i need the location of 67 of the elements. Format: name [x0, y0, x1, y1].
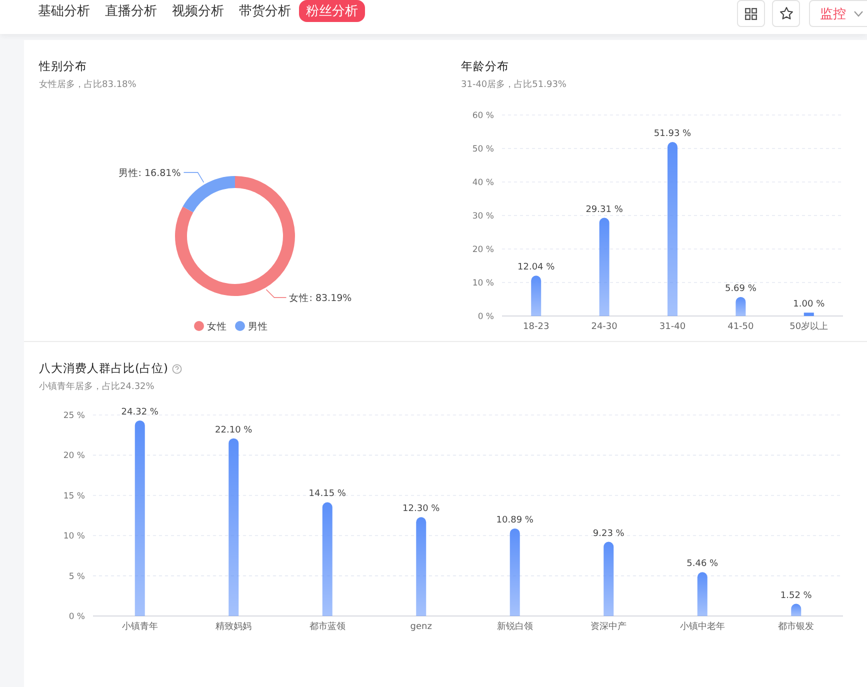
axis-label: 小镇青年	[122, 622, 158, 632]
axis-label: 20 %	[472, 245, 494, 255]
axis-label: 10 %	[472, 278, 494, 288]
tab[interactable]: 视频分析	[165, 0, 231, 22]
bar	[697, 572, 708, 616]
value-label: 51.93 %	[654, 129, 692, 140]
tab[interactable]: 粉丝分析	[299, 0, 365, 22]
axis-label: 25 %	[63, 411, 85, 421]
axis-label: 20 %	[63, 451, 85, 462]
value-label: 14.15 %	[308, 489, 346, 500]
section-title: 年龄分布	[461, 59, 509, 74]
axis-label: 小镇中老年	[680, 622, 725, 632]
tab[interactable]: 带货分析	[232, 0, 298, 22]
axis-label: 41-50	[728, 322, 754, 332]
value-label: 1.00 %	[793, 300, 825, 310]
axis-label: 10 %	[63, 532, 85, 542]
favorite-button[interactable]	[772, 0, 800, 27]
axis-label: 40 %	[472, 178, 494, 188]
value-label: 9.23 %	[592, 528, 624, 539]
value-label: 5.69 %	[724, 284, 756, 294]
value-label: 1.52 %	[780, 590, 812, 601]
leader-line	[183, 172, 204, 183]
axis-label: 50岁以上	[790, 322, 828, 332]
star-icon	[778, 6, 794, 21]
data-label: 男性: 16.81%	[118, 168, 181, 179]
tab[interactable]: 直播分析	[98, 0, 164, 22]
axis-label: 18-23	[523, 322, 550, 332]
value-label: 10.89 %	[496, 515, 534, 526]
value-label: 22.10 %	[215, 425, 252, 436]
caret-icon	[854, 10, 863, 16]
axis-label: 资深中产	[590, 622, 627, 632]
section-subtitle: 女性居多，占比83.18%	[39, 78, 138, 91]
value-label: 12.04 %	[518, 262, 555, 273]
axis-label: 30 %	[472, 212, 494, 222]
axis-label: 31-40	[659, 322, 686, 332]
grid-view-button[interactable]	[737, 0, 765, 27]
section-subtitle: 小镇青年居多，占比24.32%	[39, 380, 156, 393]
value-label: 29.31 %	[586, 204, 623, 215]
axis-label: genz	[410, 622, 432, 632]
axis-label: 15 %	[63, 491, 85, 502]
section-title: 性别分布	[39, 59, 87, 74]
axis-label: 精致妈妈	[216, 622, 252, 632]
value-label: 5.46 %	[686, 559, 718, 570]
section-title: 八大消费人群占比(占位)	[39, 361, 168, 376]
axis-label: 50 %	[472, 144, 494, 154]
axis-label: 5 %	[68, 572, 85, 582]
axis-label: 24-30	[591, 322, 618, 332]
legend-label[interactable]: 男性	[248, 322, 268, 332]
legend-label[interactable]: 女性	[207, 322, 227, 332]
value-label: 12.30 %	[402, 504, 440, 514]
axis-label: 0 %	[478, 312, 494, 322]
section-subtitle: 31-40居多，占比51.93%	[461, 78, 568, 91]
bar	[804, 312, 814, 316]
leader-line	[266, 289, 287, 298]
tab[interactable]: 基础分析	[31, 0, 97, 22]
axis-label: 都市蓝领	[309, 622, 346, 632]
grid-icon	[745, 8, 757, 20]
data-label: 女性: 83.19%	[289, 293, 352, 304]
axis-label: 新锐白领	[496, 622, 533, 632]
bar	[736, 296, 746, 316]
axis-label: 0 %	[68, 612, 85, 622]
value-label: 24.32 %	[121, 407, 158, 418]
monitor-button[interactable]: 监控	[809, 0, 867, 27]
axis-label: 60 %	[472, 111, 494, 121]
axis-label: 都市银发	[778, 622, 814, 632]
bar	[531, 276, 542, 316]
bar	[791, 604, 802, 616]
